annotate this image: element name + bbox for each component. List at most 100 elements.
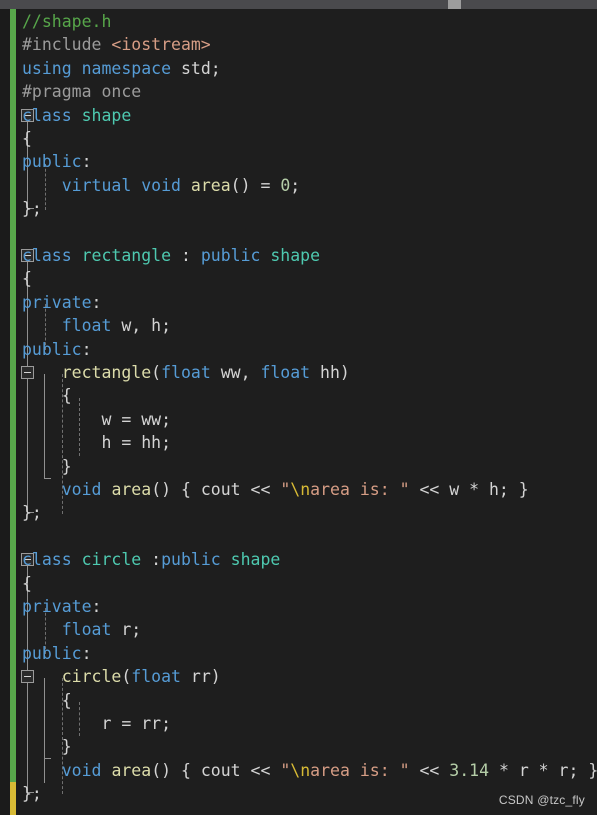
code-line[interactable]: rectangle(float ww, float hh) — [0, 361, 597, 384]
code-line-text: r = rr; — [22, 712, 171, 735]
token-kw: void — [61, 480, 102, 499]
code-line[interactable]: w = ww; — [0, 408, 597, 431]
code-line[interactable]: { — [0, 384, 597, 407]
code-line[interactable]: } — [0, 455, 597, 478]
token-kw: class — [22, 105, 72, 125]
token-punc: ; — [161, 409, 172, 429]
token-id: cout — [200, 760, 241, 780]
code-line[interactable]: }; — [0, 501, 597, 524]
horizontal-scrollbar[interactable] — [0, 0, 597, 9]
code-line[interactable]: public: — [0, 150, 597, 173]
code-line[interactable] — [0, 525, 597, 548]
token-punc: ; — [210, 58, 221, 78]
code-line[interactable]: h = hh; — [0, 431, 597, 454]
code-line[interactable]: { — [0, 572, 597, 595]
token-punc: ) — [210, 667, 221, 687]
code-line[interactable]: float w, h; — [0, 314, 597, 337]
token-id — [260, 246, 270, 265]
code-line[interactable]: class rectangle : public shape — [0, 244, 597, 267]
token-typ: shape — [81, 105, 132, 125]
code-line-text: h = hh; — [22, 431, 171, 454]
code-line-text: public: — [22, 150, 92, 173]
token-id — [72, 106, 82, 125]
token-typ: shape — [270, 246, 321, 265]
token-kw: private — [22, 597, 92, 616]
code-line-text: virtual void area() = 0; — [22, 174, 300, 197]
code-line[interactable]: { — [0, 127, 597, 150]
token-punc: : — [141, 550, 162, 570]
code-line[interactable]: } — [0, 735, 597, 758]
token-kw: public — [22, 339, 82, 359]
token-punc: ; — [290, 175, 301, 195]
token-kw: float — [61, 620, 112, 640]
code-line[interactable]: private: — [0, 291, 597, 314]
code-line[interactable]: //shape.h — [0, 10, 597, 33]
token-brc: { — [22, 690, 72, 710]
token-punc: : — [91, 292, 102, 312]
scrollbar-thumb[interactable] — [448, 0, 461, 9]
token-kw: public — [22, 152, 82, 172]
code-line[interactable]: }; — [0, 197, 597, 220]
code-line-text: w = ww; — [22, 408, 171, 431]
token-esc: \n — [290, 760, 311, 780]
code-line[interactable]: void area() { cout << "\narea is: " << w… — [0, 478, 597, 501]
code-line-text: }; — [22, 197, 42, 220]
code-line[interactable]: r = rr; — [0, 712, 597, 735]
code-line-text: class rectangle : public shape — [22, 244, 320, 267]
code-line[interactable]: private: — [0, 595, 597, 618]
token-id — [102, 480, 112, 499]
token-kw: public — [200, 246, 261, 265]
token-hdr: area is: " — [310, 480, 410, 499]
code-line[interactable]: virtual void area() = 0; — [0, 174, 597, 197]
token-typ: shape — [230, 550, 281, 570]
code-line-text: public: — [22, 642, 92, 665]
token-kw: float — [61, 316, 112, 336]
code-line[interactable]: #include <iostream> — [0, 33, 597, 56]
code-line[interactable]: #pragma once — [0, 80, 597, 103]
token-punc: ; — [161, 316, 172, 336]
code-line-text: rectangle(float ww, float hh) — [22, 361, 350, 384]
token-kw: virtual void — [61, 175, 181, 195]
code-line[interactable]: circle(float rr) — [0, 665, 597, 688]
code-line[interactable]: { — [0, 689, 597, 712]
token-id: rr — [180, 667, 211, 687]
scrollbar-track-right[interactable] — [461, 0, 597, 9]
code-line[interactable]: class circle :public shape — [0, 548, 597, 571]
token-hdr: area is: " — [310, 760, 410, 780]
token-id: * r * r — [489, 760, 569, 780]
token-fn: area — [111, 480, 152, 499]
token-pre: #include — [22, 35, 112, 55]
token-id — [22, 176, 62, 195]
code-line-text: }; — [22, 782, 42, 805]
code-line-text: void area() { cout << "\narea is: " << w… — [22, 478, 529, 501]
code-line[interactable]: using namespace std; — [0, 57, 597, 80]
code-line-text: } — [22, 735, 72, 758]
code-line[interactable]: public: — [0, 338, 597, 361]
token-id — [181, 176, 191, 195]
token-punc: ( — [121, 667, 132, 687]
token-id — [22, 480, 62, 499]
code-line[interactable]: float r; — [0, 618, 597, 641]
token-brc: { — [22, 386, 72, 406]
code-line-text: } — [22, 455, 72, 478]
token-id: h = hh — [22, 433, 162, 453]
code-line[interactable] — [0, 221, 597, 244]
token-id: hh — [310, 363, 340, 382]
code-line-text: #include <iostream> — [22, 33, 211, 56]
code-line[interactable]: public: — [0, 642, 597, 665]
code-line-text: public: — [22, 338, 92, 361]
token-brc: } — [22, 737, 72, 757]
token-id: cout — [200, 480, 241, 499]
code-line-text: void area() { cout << "\narea is: " << 3… — [22, 759, 597, 782]
scrollbar-track-left[interactable] — [0, 0, 448, 9]
token-punc: << — [240, 480, 281, 499]
code-line-text: class circle :public shape — [22, 548, 280, 571]
token-fn: rectangle — [61, 363, 152, 382]
token-id: r — [111, 620, 132, 640]
code-line[interactable]: class shape — [0, 104, 597, 127]
code-line[interactable]: void area() { cout << "\narea is: " << 3… — [0, 759, 597, 782]
code-line[interactable]: { — [0, 267, 597, 290]
code-text-area[interactable]: //shape.h #include <iostream> using namesp… — [0, 9, 597, 815]
code-editor[interactable]: //shape.h #include <iostream> using namesp… — [0, 9, 597, 815]
code-line-text: float r; — [22, 618, 141, 641]
